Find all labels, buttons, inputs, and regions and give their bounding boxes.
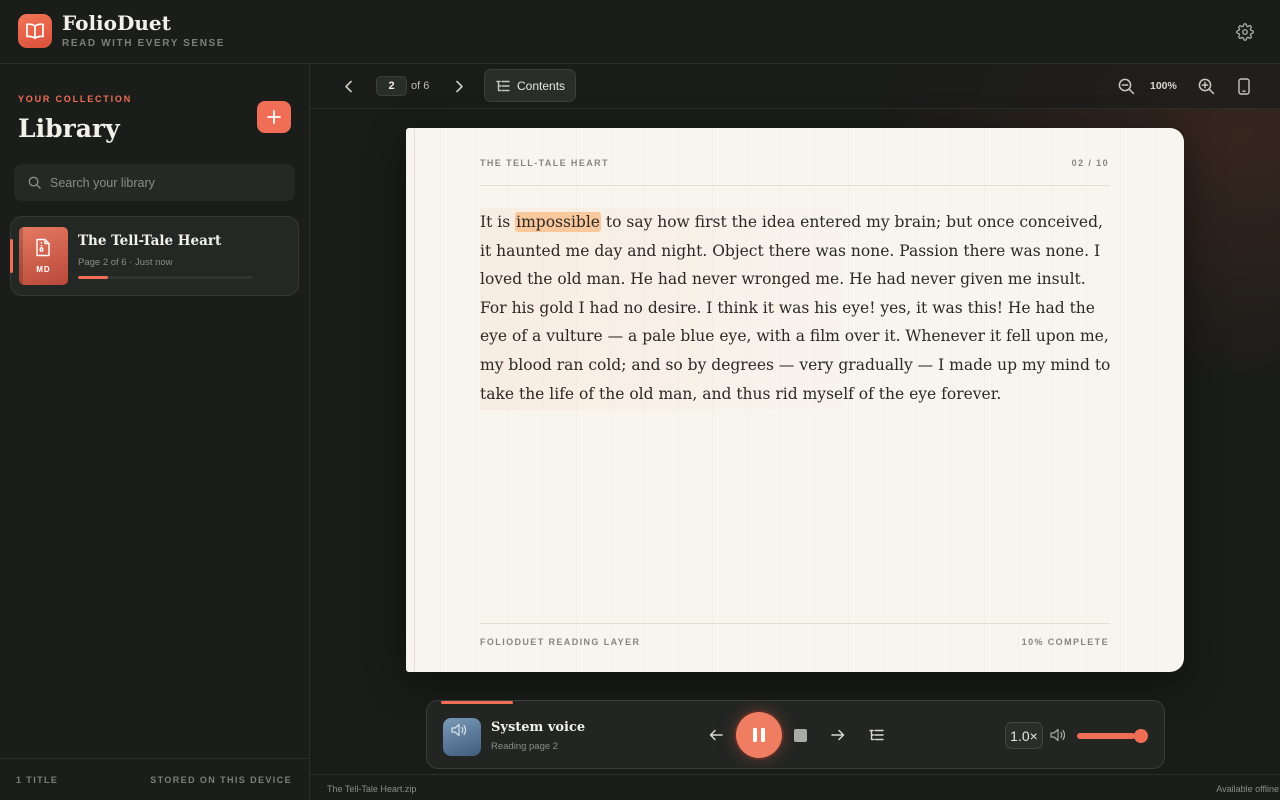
text-after: to say how first the idea entered my bra… bbox=[480, 213, 1111, 403]
app-logo bbox=[18, 14, 52, 48]
page-text: It is impossible to say how first the id… bbox=[480, 208, 1112, 410]
chevron-left-icon bbox=[344, 80, 353, 93]
running-title: THE TELL-TALE HEART bbox=[480, 158, 609, 168]
phone-icon bbox=[1238, 77, 1250, 95]
device-view-button[interactable] bbox=[1234, 76, 1254, 96]
next-page-button[interactable] bbox=[449, 76, 469, 96]
offline-status: Available offline bbox=[1216, 784, 1279, 794]
playback-progress bbox=[441, 701, 513, 704]
book-cover: MD bbox=[19, 227, 68, 285]
stop-icon bbox=[793, 728, 807, 742]
book-meta: Page 2 of 6 · Just now bbox=[78, 257, 173, 268]
stop-button[interactable] bbox=[790, 725, 810, 745]
pause-button[interactable] bbox=[736, 712, 782, 758]
reading-layer-label: FOLIODUET READING LAYER bbox=[480, 637, 641, 647]
search-field[interactable] bbox=[14, 164, 295, 201]
volume-handle[interactable] bbox=[1134, 729, 1148, 743]
arrow-right-icon bbox=[831, 729, 845, 741]
app-header: FolioDuet READ WITH EVERY SENSE bbox=[0, 0, 1280, 64]
add-book-button[interactable] bbox=[257, 101, 291, 133]
list-icon bbox=[496, 80, 510, 92]
voice-status: Reading page 2 bbox=[491, 741, 559, 752]
book-progress-fill bbox=[78, 276, 108, 279]
search-icon bbox=[28, 176, 41, 189]
completion-label: 10% COMPLETE bbox=[1021, 637, 1109, 647]
library-sidebar: YOUR COLLECTION Library MD The Tell-Tale… bbox=[0, 64, 310, 800]
open-book-icon bbox=[25, 22, 45, 40]
next-sentence-button[interactable] bbox=[828, 725, 848, 745]
footer-divider bbox=[480, 623, 1110, 624]
page-margin-line bbox=[414, 128, 415, 672]
page-total: of 6 bbox=[411, 80, 430, 92]
book-card[interactable]: MD The Tell-Tale Heart Page 2 of 6 · Jus… bbox=[10, 216, 299, 296]
status-bar: The Tell-Tale Heart.zip Available offlin… bbox=[310, 774, 1280, 800]
book-progress-bar bbox=[78, 276, 253, 279]
list-icon bbox=[868, 729, 884, 741]
file-name: The Tell-Tale Heart.zip bbox=[327, 784, 417, 794]
audio-player: System voice Reading page 2 1.0× bbox=[426, 700, 1165, 769]
arrow-left-icon bbox=[709, 729, 723, 741]
speaker-icon bbox=[451, 723, 467, 737]
title-count: 1 TITLE bbox=[16, 775, 59, 785]
zoom-in-icon bbox=[1198, 78, 1215, 95]
zoom-level: 100% bbox=[1150, 80, 1177, 92]
page-number-input[interactable] bbox=[376, 76, 407, 96]
plus-icon bbox=[267, 110, 281, 124]
zoom-out-button[interactable] bbox=[1116, 76, 1136, 96]
contents-button[interactable]: Contents bbox=[484, 69, 576, 102]
speaker-icon bbox=[1050, 728, 1066, 742]
book-format: MD bbox=[36, 265, 51, 274]
voice-artwork bbox=[443, 718, 481, 756]
gear-icon bbox=[1236, 23, 1254, 41]
active-indicator bbox=[10, 239, 13, 273]
pause-icon bbox=[752, 727, 766, 743]
collection-label: YOUR COLLECTION bbox=[18, 94, 132, 104]
search-input[interactable] bbox=[50, 175, 280, 190]
volume-level bbox=[1077, 733, 1136, 739]
page-counter: 02 / 10 bbox=[1071, 158, 1109, 168]
queue-button[interactable] bbox=[866, 725, 886, 745]
chevron-right-icon bbox=[455, 80, 464, 93]
reader-main: of 6 Contents 100% bbox=[310, 64, 1280, 800]
reading-page: THE TELL-TALE HEART 02 / 10 It is imposs… bbox=[406, 128, 1184, 672]
reader-toolbar: of 6 Contents 100% bbox=[310, 64, 1280, 109]
library-heading: Library bbox=[18, 114, 120, 143]
previous-page-button[interactable] bbox=[338, 76, 358, 96]
storage-label: STORED ON THIS DEVICE bbox=[150, 775, 292, 785]
highlighted-word[interactable]: impossible bbox=[515, 212, 601, 232]
volume-button[interactable] bbox=[1049, 726, 1067, 744]
speed-button[interactable]: 1.0× bbox=[1005, 722, 1043, 749]
header-divider bbox=[480, 185, 1110, 186]
voice-name: System voice bbox=[491, 720, 586, 735]
app-tagline: READ WITH EVERY SENSE bbox=[62, 38, 226, 49]
book-title: The Tell-Tale Heart bbox=[78, 233, 222, 249]
previous-sentence-button[interactable] bbox=[706, 725, 726, 745]
text-before: It is bbox=[480, 213, 516, 231]
settings-button[interactable] bbox=[1234, 21, 1256, 43]
zoom-in-button[interactable] bbox=[1196, 76, 1216, 96]
sidebar-footer: 1 TITLE STORED ON THIS DEVICE bbox=[0, 758, 309, 800]
file-zip-icon bbox=[35, 238, 51, 257]
zoom-out-icon bbox=[1118, 78, 1135, 95]
contents-label: Contents bbox=[517, 78, 566, 93]
app-title: FolioDuet bbox=[62, 11, 171, 35]
